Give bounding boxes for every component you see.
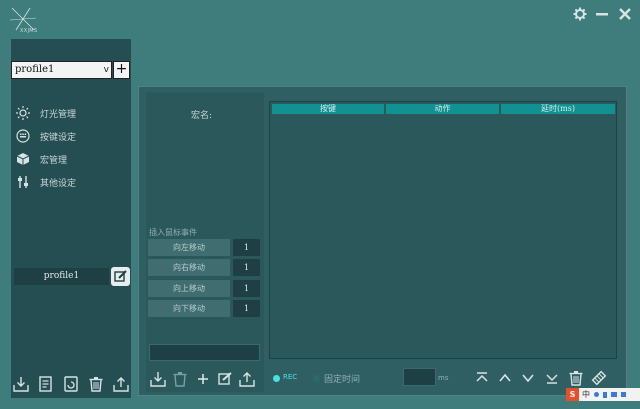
fixed-time-label: 固定时间 xyxy=(324,375,361,385)
macro-name-input[interactable] xyxy=(149,344,260,361)
ime-language: 中 xyxy=(582,390,590,399)
edit-icon xyxy=(114,270,127,282)
edit-profile-button[interactable] xyxy=(111,267,130,286)
sliders-icon xyxy=(15,174,31,190)
move-top-icon xyxy=(476,372,488,382)
move-right-button[interactable]: 向右移动 xyxy=(148,259,230,276)
sidebar-item-macro[interactable]: 宏管理 xyxy=(15,150,125,168)
add-profile-button[interactable]: + xyxy=(113,61,130,79)
sidebar-item-keys[interactable]: 按键设定 xyxy=(15,127,125,145)
tray-download-icon xyxy=(13,377,29,392)
ime-logo: S xyxy=(566,388,579,401)
ime-moon-icon xyxy=(594,392,599,397)
macro-event-table xyxy=(269,101,617,359)
refresh-button[interactable] xyxy=(63,376,79,392)
tray-upload-icon xyxy=(113,377,129,392)
move-down-button[interactable]: 向下移动 xyxy=(148,300,230,317)
delay-input[interactable] xyxy=(403,368,436,386)
import-macro-button[interactable] xyxy=(150,371,166,387)
close-button[interactable] xyxy=(616,5,634,23)
profile-name-field[interactable]: profile1 xyxy=(14,268,109,285)
clear-button[interactable] xyxy=(591,370,607,386)
move-bottom-button[interactable] xyxy=(544,370,560,386)
trash-icon xyxy=(173,372,187,387)
move-bottom-icon xyxy=(546,374,558,384)
minimize-button[interactable] xyxy=(593,5,611,23)
export-button[interactable] xyxy=(113,376,129,392)
column-header-delay: 延时(ms) xyxy=(501,104,615,114)
delete-profile-button[interactable] xyxy=(88,376,104,392)
ime-toolbar[interactable]: S 中 xyxy=(566,388,640,401)
keyboard-icon xyxy=(15,128,31,144)
chevron-up-icon xyxy=(499,373,511,382)
import-button[interactable] xyxy=(13,376,29,392)
edit-macro-button[interactable] xyxy=(217,371,233,387)
minimize-icon xyxy=(596,13,608,16)
column-header-key: 按键 xyxy=(272,104,384,114)
document-icon xyxy=(39,376,52,392)
trash-icon xyxy=(89,377,103,392)
ime-keyboard-icon xyxy=(611,392,617,397)
delete-event-button[interactable] xyxy=(568,370,584,386)
sun-icon xyxy=(15,105,31,121)
macro-name-label: 宏名: xyxy=(191,111,213,121)
tray-upload-icon xyxy=(239,372,255,387)
rec-label: REC xyxy=(283,373,298,381)
chevron-down-icon: v xyxy=(103,65,109,75)
sidebar-item-label: 宏管理 xyxy=(40,155,68,166)
eraser-icon xyxy=(591,370,607,386)
settings-button[interactable] xyxy=(571,5,589,23)
ime-grid-icon xyxy=(621,392,626,397)
edit-icon xyxy=(218,372,232,385)
tray-download-icon xyxy=(150,372,166,387)
cube-icon xyxy=(15,151,31,167)
ime-mic-icon xyxy=(603,391,607,398)
sidebar-item-label: 其他设定 xyxy=(40,178,77,189)
ms-unit-label: ms xyxy=(438,374,449,382)
move-up-button[interactable]: 向上移动 xyxy=(148,280,230,297)
trash-icon xyxy=(569,371,583,386)
plus-icon: + xyxy=(115,61,128,77)
sidebar-item-label: 灯光管理 xyxy=(40,109,77,120)
move-down-value[interactable]: 1 xyxy=(233,300,260,317)
mouse-events-title: 插入鼠标事件 xyxy=(149,228,197,237)
move-left-button[interactable]: 向左移动 xyxy=(148,239,230,256)
gear-icon xyxy=(573,7,587,21)
move-down-row-button[interactable] xyxy=(520,370,536,386)
refresh-file-icon xyxy=(64,376,78,392)
rec-radio[interactable] xyxy=(273,375,280,382)
notes-button[interactable] xyxy=(38,376,54,392)
profile-select-value: profile1 xyxy=(15,64,55,75)
move-up-row-button[interactable] xyxy=(497,370,513,386)
add-macro-button[interactable] xyxy=(195,371,211,387)
move-right-value[interactable]: 1 xyxy=(233,259,260,276)
close-icon xyxy=(619,8,631,20)
move-left-value[interactable]: 1 xyxy=(233,239,260,256)
profile-select[interactable]: profile1 v xyxy=(11,61,112,79)
sidebar-item-lighting[interactable]: 灯光管理 xyxy=(15,104,125,122)
export-macro-button[interactable] xyxy=(239,371,255,387)
fixed-time-radio[interactable] xyxy=(313,375,320,382)
sidebar-item-label: 按键设定 xyxy=(40,132,77,143)
move-up-value[interactable]: 1 xyxy=(233,280,260,297)
column-header-action: 动作 xyxy=(386,104,499,114)
sidebar xyxy=(11,39,131,398)
sidebar-item-other[interactable]: 其他设定 xyxy=(15,173,125,191)
plus-icon xyxy=(198,374,208,384)
chevron-down-icon xyxy=(522,374,534,383)
delete-macro-button[interactable] xyxy=(172,371,188,387)
move-top-button[interactable] xyxy=(474,370,490,386)
logo-text: XXJMS xyxy=(20,28,38,34)
